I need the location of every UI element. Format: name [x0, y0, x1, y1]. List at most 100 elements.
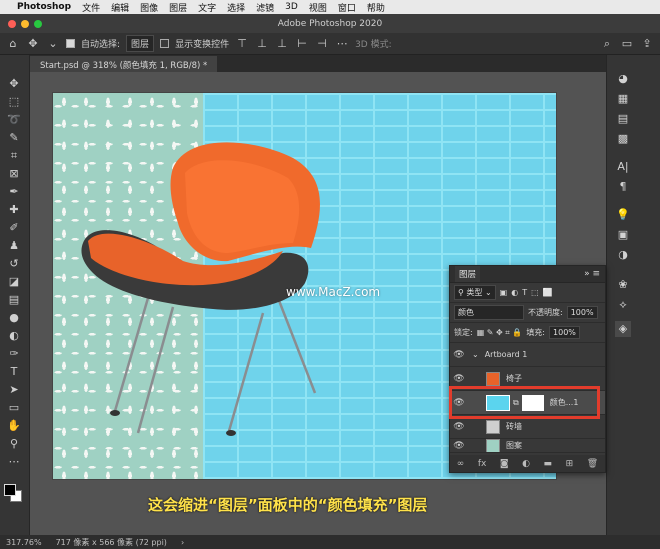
zoom-tool-icon[interactable]: ⚲ [6, 437, 22, 451]
new-layer-icon[interactable]: ⊞ [566, 459, 574, 469]
rectangle-tool-icon[interactable]: ▭ [6, 401, 22, 415]
visibility-eye-icon[interactable]: 👁 [450, 374, 468, 384]
auto-select-dropdown[interactable]: 图层 [126, 35, 155, 52]
foreground-color-swatch[interactable] [4, 484, 16, 496]
swatches-panel-icon[interactable]: ▦ [615, 91, 631, 107]
delete-layer-icon[interactable]: 🗑 [587, 459, 598, 469]
filter-shape-icon[interactable]: ⬚ [531, 288, 539, 297]
menu-file[interactable]: 文件 [82, 1, 100, 14]
stamp-tool-icon[interactable]: ♟ [6, 239, 22, 253]
menu-edit[interactable]: 编辑 [111, 1, 129, 14]
quick-select-icon[interactable]: ✎ [6, 131, 22, 145]
layer-row-chair[interactable]: 👁 椅子 [450, 367, 605, 391]
visibility-eye-icon[interactable]: 👁 [450, 422, 468, 432]
hand-tool-icon[interactable]: ✋ [6, 419, 22, 433]
visibility-eye-icon[interactable]: 👁 [450, 441, 468, 451]
home-icon[interactable]: ⌂ [6, 37, 20, 51]
filter-pixel-icon[interactable]: ▣ [500, 288, 508, 297]
lasso-tool-icon[interactable]: ➰ [6, 113, 22, 127]
menu-layer[interactable]: 图层 [169, 1, 187, 14]
brush-tool-icon[interactable]: ✐ [6, 221, 22, 235]
lock-pixels-icon[interactable]: ▦ ✎ ✥ ⌗ 🔒 [477, 328, 523, 338]
move-tool-icon[interactable]: ✥ [6, 77, 22, 91]
gradients-panel-icon[interactable]: ▤ [615, 111, 631, 127]
menu-3d[interactable]: 3D [285, 2, 298, 12]
color-panel-icon[interactable]: ◕ [615, 71, 631, 87]
eyedropper-icon[interactable]: ✒ [6, 185, 22, 199]
dodge-tool-icon[interactable]: ◐ [6, 329, 22, 343]
menu-view[interactable]: 视图 [309, 1, 327, 14]
filter-type-icon[interactable]: T [522, 288, 527, 297]
crop-tool-icon[interactable]: ⌗ [6, 149, 22, 163]
layers-panel-icon[interactable]: ◈ [615, 321, 631, 337]
type-tool-icon[interactable]: T [6, 365, 22, 379]
path-select-icon[interactable]: ➤ [6, 383, 22, 397]
menu-image[interactable]: 图像 [140, 1, 158, 14]
blur-tool-icon[interactable]: ● [6, 311, 22, 325]
layer-row-brick-wall[interactable]: 👁 砖墙 [450, 415, 605, 439]
layer-mask-thumbnail[interactable] [521, 394, 544, 411]
layer-row-artboard[interactable]: 👁 ⌄ Artboard 1 [450, 343, 605, 367]
expand-chevron-icon[interactable]: ⌄ [472, 350, 479, 359]
fill-input[interactable]: 100% [549, 326, 580, 339]
patterns-panel-icon[interactable]: ▩ [615, 131, 631, 147]
zoom-window-button[interactable] [34, 20, 42, 28]
align-left-icon[interactable]: ⊢ [295, 37, 309, 51]
blend-mode-dropdown[interactable]: 颜色 [454, 305, 524, 320]
layer-filter-dropdown[interactable]: ⚲ 类型 ⌄ [454, 285, 496, 300]
transform-controls-checkbox[interactable] [160, 39, 170, 48]
color-fill-thumbnail[interactable] [486, 394, 510, 411]
minimize-window-button[interactable] [21, 20, 29, 28]
learn-panel-icon[interactable]: 💡 [615, 207, 631, 223]
marquee-tool-icon[interactable]: ⬚ [6, 95, 22, 109]
move-tool-icon[interactable]: ✥ [26, 37, 40, 51]
share-icon[interactable]: ⇪ [640, 37, 654, 51]
workspace-icon[interactable]: ▭ [620, 37, 634, 51]
chevron-down-icon[interactable]: ⌄ [46, 37, 60, 51]
search-icon[interactable]: ⌕ [600, 37, 614, 51]
new-group-icon[interactable]: ▬ [544, 459, 553, 469]
adjustment-layer-icon[interactable]: ◐ [522, 459, 530, 469]
menu-select[interactable]: 选择 [227, 1, 245, 14]
libraries-panel-icon[interactable]: ▣ [615, 227, 631, 243]
menu-filter[interactable]: 滤镜 [256, 1, 274, 14]
pen-tool-icon[interactable]: ✑ [6, 347, 22, 361]
align-middle-icon[interactable]: ⊥ [255, 37, 269, 51]
menu-help[interactable]: 帮助 [367, 1, 385, 14]
history-brush-icon[interactable]: ↺ [6, 257, 22, 271]
filter-adjust-icon[interactable]: ◐ [511, 288, 518, 297]
paths-panel-icon[interactable]: ⟡ [615, 297, 631, 313]
healing-brush-icon[interactable]: ✚ [6, 203, 22, 217]
layer-row-color-fill[interactable]: 👁 ⧉ 颜色...1 [450, 391, 605, 415]
align-top-icon[interactable]: ⊤ [235, 37, 249, 51]
align-bottom-icon[interactable]: ⊥ [275, 37, 289, 51]
layer-style-icon[interactable]: fx [478, 459, 487, 469]
menu-app[interactable]: Photoshop [17, 2, 71, 12]
layer-row-pattern[interactable]: 👁 图案 [450, 439, 605, 453]
panel-menu-icon[interactable]: » ≡ [584, 269, 600, 279]
status-arrow-icon[interactable]: › [181, 538, 184, 547]
gradient-tool-icon[interactable]: ▤ [6, 293, 22, 307]
close-window-button[interactable] [8, 20, 16, 28]
adjustments-panel-icon[interactable]: ◑ [615, 247, 631, 263]
filter-smart-icon[interactable]: ⬜ [543, 288, 553, 297]
link-layers-icon[interactable]: ∞ [457, 459, 465, 469]
tab-start-psd[interactable]: Start.psd @ 318% (颜色填充 1, RGB/8) * [30, 56, 218, 72]
opacity-input[interactable]: 100% [566, 306, 598, 319]
character-panel-icon[interactable]: A| [615, 159, 631, 175]
align-center-icon[interactable]: ⊣ [315, 37, 329, 51]
distribute-icon[interactable]: ⋯ [335, 37, 349, 51]
paragraph-panel-icon[interactable]: ¶ [615, 179, 631, 195]
frame-tool-icon[interactable]: ⊠ [6, 167, 22, 181]
visibility-eye-icon[interactable]: 👁 [450, 350, 468, 360]
more-tools-icon[interactable]: ⋯ [6, 455, 22, 469]
add-mask-icon[interactable]: ◙ [500, 459, 509, 469]
menu-type[interactable]: 文字 [198, 1, 216, 14]
eraser-tool-icon[interactable]: ◪ [6, 275, 22, 289]
menu-window[interactable]: 窗口 [338, 1, 356, 14]
channels-panel-icon[interactable]: ❀ [615, 277, 631, 293]
layers-panel-title[interactable]: 图层 [455, 266, 481, 282]
auto-select-checkbox[interactable] [66, 39, 75, 48]
visibility-eye-icon[interactable]: 👁 [450, 398, 468, 408]
zoom-level[interactable]: 317.76% [6, 538, 42, 547]
